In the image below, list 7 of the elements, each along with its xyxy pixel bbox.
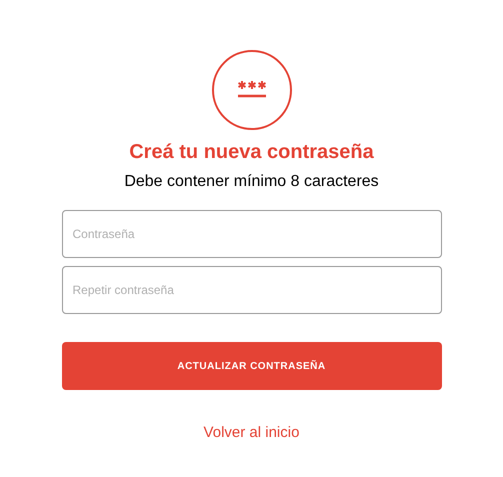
- password-field[interactable]: Repetir contraseña: [62, 266, 442, 314]
- subtitle: Debe contener mínimo 8 caracteres: [124, 172, 379, 192]
- password-icon: [212, 50, 292, 130]
- page-title: Creá tu nueva contraseña: [129, 140, 374, 164]
- password-field[interactable]: Contraseña: [62, 210, 442, 258]
- update-password-button[interactable]: ACTUALIZAR CONTRASEÑA: [62, 342, 442, 390]
- back-link[interactable]: Volver al inicio: [204, 422, 300, 444]
